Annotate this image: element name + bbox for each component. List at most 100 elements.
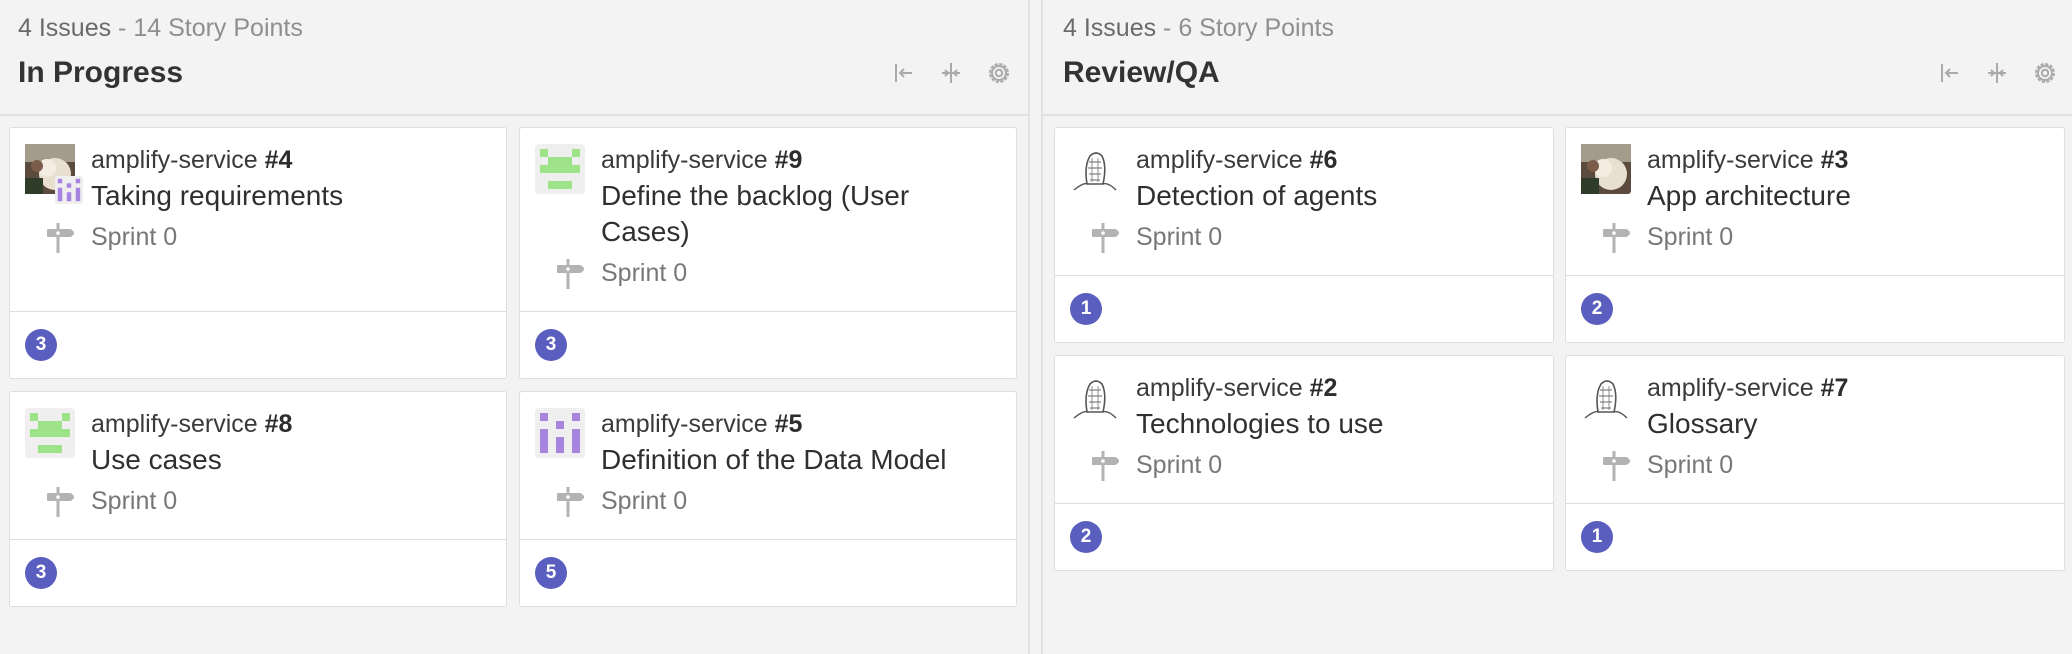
story-point-badge: 1 (1070, 293, 1102, 325)
issue-count: 4 Issues (1063, 14, 1157, 42)
column-toolbar (1934, 55, 2060, 91)
issue-reference[interactable]: amplify-service #8 (91, 410, 292, 439)
issue-reference[interactable]: amplify-service #4 (91, 146, 292, 175)
issue-reference[interactable]: amplify-service #6 (1136, 146, 1337, 175)
column-summary: 4 Issues - 14 Story Points (18, 14, 303, 43)
repo-name: amplify-service (601, 146, 768, 174)
issue-title[interactable]: App architecture (1647, 178, 2047, 214)
story-point-badge: 5 (535, 557, 567, 589)
story-point-badge: 2 (1070, 521, 1102, 553)
milestone-label: Sprint 0 (1136, 223, 1223, 251)
issue-reference[interactable]: amplify-service #2 (1136, 374, 1337, 403)
issue-number: #2 (1309, 374, 1338, 402)
expand-columns-icon[interactable] (936, 58, 966, 88)
gear-icon[interactable] (2030, 58, 2060, 88)
column-in-progress: 4 Issues - 14 Story Points In Progress a… (0, 0, 1030, 654)
issue-title[interactable]: Define the backlog (User Cases) (601, 178, 961, 250)
kanban-board: 4 Issues - 14 Story Points In Progress a… (0, 0, 2072, 654)
repo-name: amplify-service (1647, 374, 1814, 402)
milestone-signpost-icon (1600, 221, 1630, 255)
card-footer: 1 (1566, 503, 2064, 570)
story-point-badge: 3 (25, 329, 57, 361)
card-footer: 3 (10, 539, 506, 606)
issue-number: #8 (264, 410, 293, 438)
repo-name: amplify-service (601, 410, 768, 438)
issue-card[interactable]: amplify-service #4 Taking requirements S… (9, 127, 507, 379)
story-points: 6 Story Points (1178, 14, 1334, 42)
card-footer: 5 (520, 539, 1016, 606)
issue-reference[interactable]: amplify-service #5 (601, 410, 802, 439)
column-toolbar (888, 55, 1014, 91)
green-identicon-avatar (535, 144, 585, 194)
gear-icon[interactable] (984, 58, 1014, 88)
issue-count: 4 Issues (18, 14, 112, 42)
issue-card[interactable]: amplify-service #6 Detection of agents S… (1054, 127, 1554, 343)
milestone-label: Sprint 0 (601, 487, 688, 515)
milestone-signpost-icon (44, 221, 74, 255)
issue-number: #9 (774, 146, 803, 174)
expand-columns-icon[interactable] (1982, 58, 2012, 88)
repo-name: amplify-service (91, 410, 258, 438)
issue-title[interactable]: Detection of agents (1136, 178, 1536, 214)
repo-name: amplify-service (1136, 146, 1303, 174)
story-point-badge: 1 (1581, 521, 1613, 553)
sketch-avatar (1581, 372, 1631, 422)
issue-card[interactable]: amplify-service #2 Technologies to use S… (1054, 355, 1554, 571)
issue-title[interactable]: Glossary (1647, 406, 2047, 442)
issue-card[interactable]: amplify-service #3 App architecture Spri… (1565, 127, 2065, 343)
issue-title[interactable]: Technologies to use (1136, 406, 1536, 442)
milestone-label: Sprint 0 (601, 259, 688, 287)
collapse-left-icon[interactable] (1934, 58, 1964, 88)
repo-name: amplify-service (91, 146, 258, 174)
milestone-signpost-icon (1600, 449, 1630, 483)
column-title: In Progress (18, 56, 184, 89)
repo-name: amplify-service (1136, 374, 1303, 402)
column-title: Review/QA (1063, 56, 1220, 89)
milestone-signpost-icon (1089, 449, 1119, 483)
issue-reference[interactable]: amplify-service #3 (1647, 146, 1848, 175)
story-point-badge: 3 (535, 329, 567, 361)
milestone-label: Sprint 0 (1647, 451, 1734, 479)
issue-card[interactable]: amplify-service #7 Glossary Sprint 0 1 (1565, 355, 2065, 571)
milestone-label: Sprint 0 (1647, 223, 1734, 251)
summary-separator: - (1156, 14, 1179, 42)
milestone-label: Sprint 0 (1136, 451, 1223, 479)
issue-number: #3 (1820, 146, 1849, 174)
column-review-qa: 4 Issues - 6 Story Points Review/QA ampl… (1041, 0, 2072, 654)
issue-card[interactable]: amplify-service #8 Use cases Sprint 0 3 (9, 391, 507, 607)
column-header: 4 Issues - 6 Story Points Review/QA (1043, 0, 2072, 116)
milestone-signpost-icon (1089, 221, 1119, 255)
card-footer: 2 (1566, 275, 2064, 342)
story-point-badge: 3 (25, 557, 57, 589)
purple-identicon-avatar (535, 408, 585, 458)
issue-number: #7 (1820, 374, 1849, 402)
milestone-label: Sprint 0 (91, 223, 178, 251)
card-footer: 3 (10, 311, 506, 378)
issue-card[interactable]: amplify-service #5 Definition of the Dat… (519, 391, 1017, 607)
issue-title[interactable]: Definition of the Data Model (601, 442, 1001, 478)
column-header: 4 Issues - 14 Story Points In Progress (0, 0, 1028, 116)
issue-reference[interactable]: amplify-service #7 (1647, 374, 1848, 403)
summary-separator: - (111, 14, 134, 42)
green-identicon-avatar (25, 408, 75, 458)
repo-name: amplify-service (1647, 146, 1814, 174)
card-footer: 2 (1055, 503, 1553, 570)
issue-number: #5 (774, 410, 803, 438)
photo-avatar (1581, 144, 1631, 194)
card-footer: 1 (1055, 275, 1553, 342)
card-footer: 3 (520, 311, 1016, 378)
issue-reference[interactable]: amplify-service #9 (601, 146, 802, 175)
collapse-left-icon[interactable] (888, 58, 918, 88)
column-summary: 4 Issues - 6 Story Points (1063, 14, 1334, 43)
issue-title[interactable]: Taking requirements (91, 178, 491, 214)
milestone-label: Sprint 0 (91, 487, 178, 515)
story-points: 14 Story Points (133, 14, 303, 42)
photo-avatar (25, 144, 83, 204)
issue-card[interactable]: amplify-service #9 Define the backlog (U… (519, 127, 1017, 379)
sketch-avatar (1070, 144, 1120, 194)
issue-number: #6 (1309, 146, 1338, 174)
issue-title[interactable]: Use cases (91, 442, 491, 478)
story-point-badge: 2 (1581, 293, 1613, 325)
sketch-avatar (1070, 372, 1120, 422)
issue-number: #4 (264, 146, 293, 174)
